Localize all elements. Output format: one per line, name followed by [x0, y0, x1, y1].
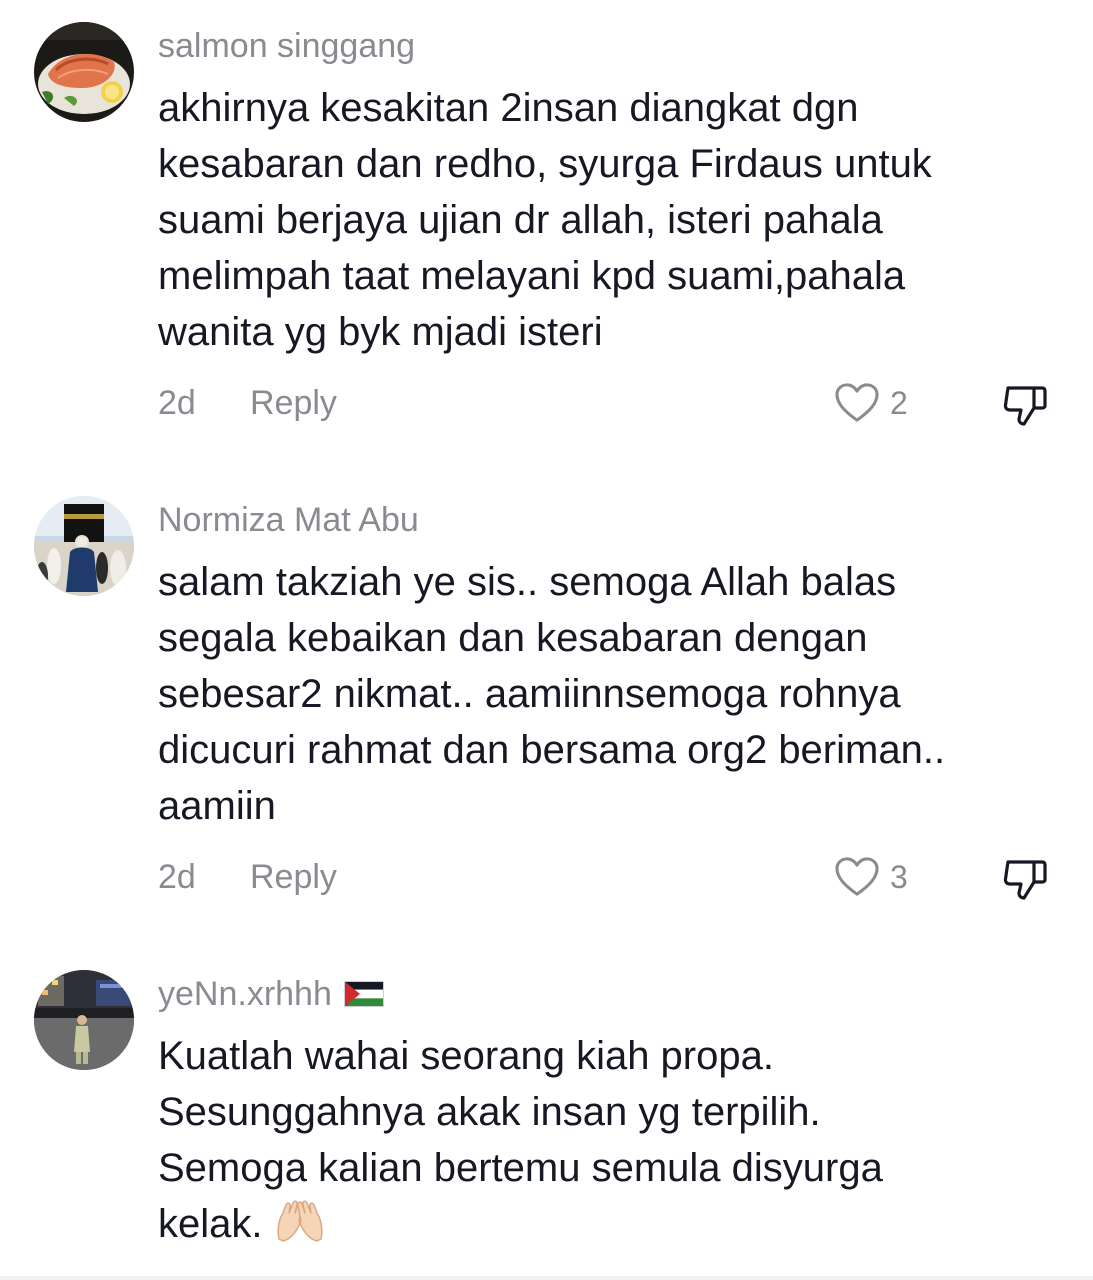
comment-username[interactable]: yeNn.xrhhh — [158, 974, 384, 1014]
comment-line: dicucuri rahmat dan bersama org2 beriman… — [158, 728, 946, 772]
salmon-dish-avatar-image — [34, 22, 134, 122]
username-text[interactable]: yeNn.xrhhh — [158, 974, 332, 1014]
comment-line: salam takziah ye sis.. semoga Allah bala… — [158, 560, 897, 604]
reply-button[interactable]: Reply — [250, 384, 337, 423]
reply-button[interactable]: Reply — [250, 858, 337, 897]
comment-line: aamiin — [158, 784, 276, 828]
heart-outline-icon — [834, 382, 880, 424]
comment-line: segala kebaikan dan kesabaran dengan — [158, 616, 868, 660]
comment-timestamp: 2d — [158, 384, 196, 422]
comment-line: sebesar2 nikmat.. aamiinnsemoga rohnya — [158, 672, 901, 716]
raising-hands-emoji-icon — [273, 1199, 327, 1245]
comment-line: Semoga kalian bertemu semula disyurga — [158, 1146, 883, 1190]
like-count: 2 — [890, 384, 908, 421]
comment-text: akhirnya kesakitan 2insan diangkat dgn k… — [158, 80, 1058, 360]
username-text[interactable]: Normiza Mat Abu — [158, 500, 419, 540]
comment-timestamp: 2d — [158, 858, 196, 896]
comment-actions: 2d Reply 2 — [158, 380, 1058, 430]
divider — [0, 1276, 1093, 1280]
avatar[interactable] — [34, 22, 134, 122]
street-night-avatar-image — [34, 970, 134, 1070]
avatar[interactable] — [34, 496, 134, 596]
palestine-flag-icon — [343, 981, 384, 1007]
comment-line-text: kelak. — [158, 1202, 263, 1246]
comment-username[interactable]: salmon singgang — [158, 26, 415, 66]
comment-text: Kuatlah wahai seorang kiah propa. Sesung… — [158, 1028, 1058, 1252]
comment-line: melimpah taat melayani kpd suami,pahala — [158, 254, 906, 298]
like-button[interactable]: 3 — [834, 854, 908, 900]
comment-line: kelak. — [158, 1196, 1058, 1252]
dislike-button[interactable] — [1000, 854, 1050, 904]
comment-line: wanita yg byk mjadi isteri — [158, 310, 603, 354]
comment-line: kesabaran dan redho, syurga Firdaus untu… — [158, 142, 932, 186]
kaaba-avatar-image — [34, 496, 134, 596]
avatar[interactable] — [34, 970, 134, 1070]
username-text[interactable]: salmon singgang — [158, 26, 415, 66]
comment-line: Kuatlah wahai seorang kiah propa. — [158, 1034, 774, 1078]
comment-line: akhirnya kesakitan 2insan diangkat dgn — [158, 86, 859, 130]
comment-text: salam takziah ye sis.. semoga Allah bala… — [158, 554, 1058, 834]
heart-outline-icon — [834, 856, 880, 898]
comment-actions: 2d Reply 3 — [158, 854, 1058, 904]
like-count: 3 — [890, 858, 908, 895]
comment-line: Sesunggahnya akak insan yg terpilih. — [158, 1090, 821, 1134]
thumbs-down-outline-icon — [1000, 854, 1050, 904]
thumbs-down-outline-icon — [1000, 380, 1050, 430]
comment-line: suami berjaya ujian dr allah, isteri pah… — [158, 198, 883, 242]
comment-username[interactable]: Normiza Mat Abu — [158, 500, 419, 540]
like-button[interactable]: 2 — [834, 380, 908, 426]
dislike-button[interactable] — [1000, 380, 1050, 430]
